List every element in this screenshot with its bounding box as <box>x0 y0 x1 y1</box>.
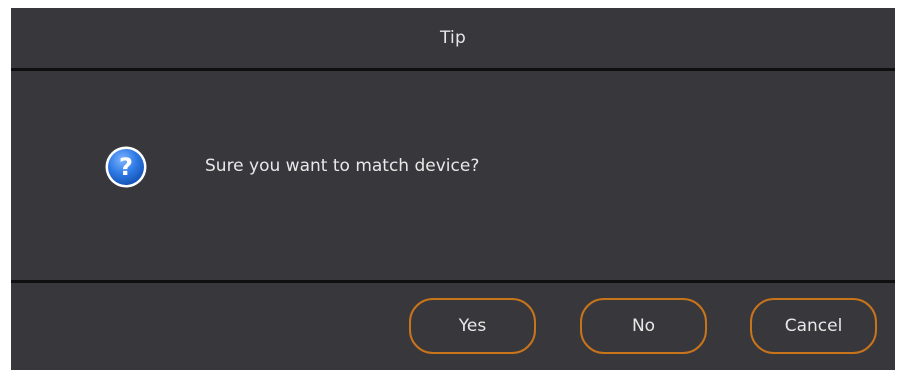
cancel-button[interactable]: Cancel <box>750 298 877 354</box>
dialog-message: Sure you want to match device? <box>205 156 480 176</box>
button-row: Yes No Cancel <box>11 283 895 370</box>
no-button[interactable]: No <box>580 298 707 354</box>
dialog-title: Tip <box>440 28 466 48</box>
message-area: ? Sure you want to match device? <box>11 71 895 280</box>
svg-text:?: ? <box>119 153 133 181</box>
yes-button[interactable]: Yes <box>409 298 536 354</box>
tip-dialog: Tip ? Sure you want to match device? Yes <box>11 8 895 370</box>
dialog-title-bar[interactable]: Tip <box>11 8 895 68</box>
question-icon: ? <box>104 145 148 189</box>
